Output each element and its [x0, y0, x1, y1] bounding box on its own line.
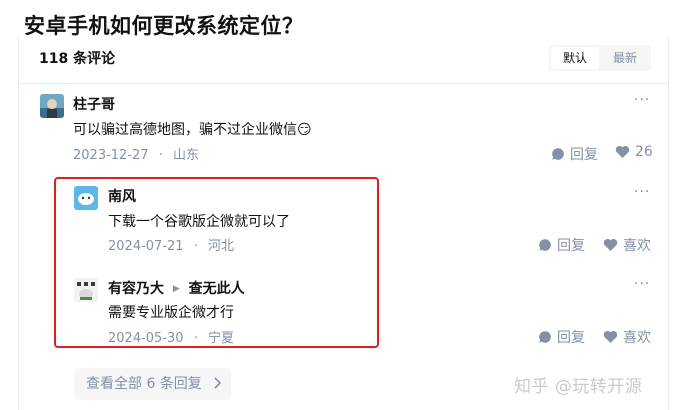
comment-date: 2023-12-27	[73, 148, 149, 163]
reply-button[interactable]: 回复	[538, 235, 585, 255]
sort-latest-button[interactable]: 最新	[601, 47, 649, 69]
more-options-icon[interactable]: ···	[634, 276, 650, 292]
comment-text: 可以骗过高德地图，骗不过企业微信😏	[73, 119, 312, 139]
comment-body: 可以骗过高德地图，骗不过企业微信	[73, 122, 297, 138]
reply-label: 回复	[557, 330, 585, 346]
heart-icon	[603, 330, 618, 343]
like-label: 喜欢	[623, 330, 651, 346]
reply-date: 2024-07-21	[108, 239, 184, 254]
comment-location: 山东	[172, 148, 199, 163]
comment-section: 118 条评论 默认 最新 柱子哥 ··· 可以骗过高德地图，骗不过企业微信😏 …	[18, 36, 670, 410]
sort-default-button[interactable]: 默认	[551, 47, 599, 69]
like-count: 26	[635, 144, 653, 160]
reply-button[interactable]: 回复	[538, 327, 585, 347]
comment-author[interactable]: 柱子哥	[73, 94, 115, 114]
reply-to-author[interactable]: 查无此人	[189, 281, 245, 297]
meta-separator: ·	[193, 239, 198, 254]
comment-count: 118 条评论	[39, 51, 116, 67]
like-label: 喜欢	[623, 238, 651, 254]
caret-right-icon: ▶	[172, 284, 180, 294]
meta-separator: ·	[158, 148, 163, 163]
reply-icon	[552, 148, 564, 160]
more-options-icon[interactable]: ···	[634, 92, 650, 108]
view-all-replies-button[interactable]: 查看全部 6 条回复	[74, 368, 231, 400]
reply-icon	[539, 239, 551, 251]
chevron-right-icon	[214, 377, 222, 389]
smirk-emoji-icon: 😏	[297, 122, 312, 138]
reply-author[interactable]: 有容乃大	[108, 281, 164, 297]
avatar[interactable]	[74, 186, 98, 210]
reply-icon	[539, 331, 551, 343]
sort-switch: 默认 最新	[549, 45, 651, 71]
reply-button[interactable]: 回复	[551, 144, 598, 164]
reply-text: 需要专业版企微才行	[108, 305, 234, 321]
like-button[interactable]: 喜欢	[603, 235, 651, 255]
watermark: 知乎 @玩转开源	[514, 377, 643, 397]
avatar[interactable]	[74, 278, 98, 302]
reply-location: 宁夏	[207, 331, 234, 346]
reply-date: 2024-05-30	[108, 331, 184, 346]
avatar[interactable]	[40, 94, 64, 118]
view-all-label: 查看全部 6 条回复	[86, 376, 202, 392]
reply-label: 回复	[570, 147, 598, 163]
like-button[interactable]: 26	[615, 144, 653, 160]
reply-text: 下载一个谷歌版企微就可以了	[108, 214, 290, 230]
more-options-icon[interactable]: ···	[634, 184, 650, 200]
heart-icon	[603, 238, 618, 251]
reply-meta: 2024-05-30 · 宁夏	[108, 327, 234, 346]
reply-meta: 2024-07-21 · 河北	[108, 235, 234, 254]
heart-icon	[615, 145, 630, 158]
reply-label: 回复	[557, 238, 585, 254]
meta-separator: ·	[193, 331, 198, 346]
reply-location: 河北	[207, 239, 234, 254]
reply-author-line: 有容乃大 ▶ 查无此人	[108, 278, 245, 298]
highlight-box	[54, 177, 379, 348]
comment-count-bar: 118 条评论 默认 最新	[19, 36, 670, 84]
reply-author[interactable]: 南风	[108, 186, 136, 206]
like-button[interactable]: 喜欢	[603, 327, 651, 347]
comment-meta: 2023-12-27 · 山东	[73, 144, 199, 163]
